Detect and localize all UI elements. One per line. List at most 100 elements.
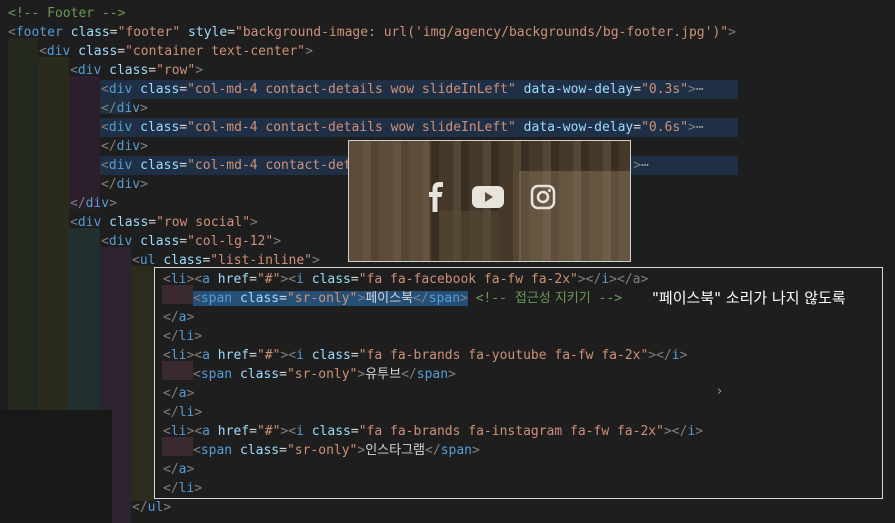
code-line[interactable]: <div class="container text-center">: [39, 42, 313, 61]
code-token: "footer": [117, 25, 181, 40]
code-token: <: [101, 158, 109, 173]
code-token: <: [101, 82, 109, 97]
code-token: "col-md-4 contact-details wow slideInLef…: [187, 120, 516, 135]
code-token: =: [117, 44, 126, 59]
code-line[interactable]: </ul>: [132, 498, 171, 517]
code-token: "row": [156, 63, 196, 78]
code-token: >: [728, 25, 736, 40]
facebook-icon[interactable]: [426, 182, 446, 216]
code-token: >: [273, 234, 282, 249]
code-token: "col-lg-12": [187, 234, 274, 249]
code-token: =: [633, 120, 642, 135]
code-token: <: [101, 234, 109, 249]
code-token: ⋯: [695, 82, 704, 97]
code-token: =: [148, 215, 157, 230]
code-token: "container text-center": [125, 44, 306, 59]
editor-margin-shadow: [0, 410, 112, 523]
code-token: <!-- Footer -->: [8, 6, 126, 21]
code-token: >: [195, 63, 204, 78]
code-token: =: [148, 63, 157, 78]
code-token: </: [101, 139, 117, 154]
code-token: class: [70, 25, 110, 40]
code-line[interactable]: <div class="row">: [70, 61, 203, 80]
code-token: >: [688, 120, 696, 135]
instagram-icon[interactable]: [530, 184, 556, 214]
code-line[interactable]: <div class="row social">: [70, 213, 258, 232]
code-token: =: [179, 234, 188, 249]
code-token: ⋯: [695, 120, 704, 135]
social-icons: [349, 179, 630, 219]
code-token: class: [140, 82, 180, 97]
code-token: class: [140, 158, 180, 173]
code-token: <: [70, 63, 78, 78]
code-token: div: [46, 44, 71, 59]
code-token: class: [109, 215, 149, 230]
code-editor[interactable]: <!-- Footer --> <footer class="footer" st…: [0, 0, 895, 523]
code-token: ul: [147, 500, 164, 515]
code-token: =: [179, 158, 188, 173]
code-token: div: [77, 63, 102, 78]
code-token: class: [140, 120, 180, 135]
code-token: >: [633, 158, 642, 173]
code-token: </: [70, 196, 86, 211]
code-line[interactable]: </div>: [70, 194, 117, 213]
code-token: class: [78, 44, 118, 59]
code-token: "background-image: url('img/agency/backg…: [235, 25, 729, 40]
code-token: div: [116, 139, 141, 154]
code-token: "0.6s": [641, 120, 689, 135]
code-token: div: [116, 101, 141, 116]
code-token: >: [305, 44, 313, 59]
code-line[interactable]: <!-- Footer -->: [8, 4, 125, 23]
code-token: >: [312, 253, 320, 268]
code-token: style: [188, 25, 228, 40]
code-line[interactable]: </div>: [101, 99, 148, 118]
code-line[interactable]: </div>: [101, 137, 148, 156]
indent-guide: [69, 76, 100, 209]
code-token: "col-md-4 contact-details wow slideInLef…: [187, 82, 516, 97]
code-token: =: [179, 120, 188, 135]
code-token: >: [250, 215, 258, 230]
code-token: footer: [15, 25, 63, 40]
footer-preview-image: [348, 140, 631, 262]
code-token: =: [179, 82, 188, 97]
code-token: <: [101, 120, 109, 135]
code-token: div: [116, 177, 141, 192]
scroll-chevron-icon[interactable]: ›: [717, 384, 722, 399]
code-token: <: [8, 25, 16, 40]
code-token: >: [688, 82, 696, 97]
code-line[interactable]: <div class="col-md-4 contact-details wow…: [101, 80, 704, 99]
code-token: >: [163, 500, 172, 515]
code-token: <: [70, 215, 78, 230]
code-token: "row social": [156, 215, 251, 230]
youtube-icon[interactable]: [471, 185, 504, 213]
code-line[interactable]: <div class="col-lg-12">: [101, 232, 281, 251]
indent-guide: [131, 266, 155, 501]
code-line[interactable]: <div class="col-md-4 contact-details wow…: [101, 118, 704, 137]
code-token: </: [101, 101, 117, 116]
code-token: data-wow-delay: [523, 82, 634, 97]
code-token: "col-md-4 contact-det: [187, 158, 352, 173]
code-token: >: [140, 101, 148, 116]
code-token: div: [108, 82, 133, 97]
code-token: data-wow-delay: [523, 120, 634, 135]
code-token: >: [140, 177, 148, 192]
annotation-note: "페이스북" 소리가 나지 않도록: [652, 289, 846, 307]
code-token: </: [132, 500, 148, 515]
code-token: ⋯: [641, 158, 649, 173]
code-token: "0.3s": [641, 82, 689, 97]
code-token: =: [633, 82, 642, 97]
code-line[interactable]: </div>: [101, 175, 148, 194]
code-token: class: [163, 253, 203, 268]
code-token: <: [132, 253, 140, 268]
code-token: ul: [139, 253, 156, 268]
code-token: =: [109, 25, 118, 40]
code-line[interactable]: <footer class="footer" style="background…: [8, 23, 736, 42]
